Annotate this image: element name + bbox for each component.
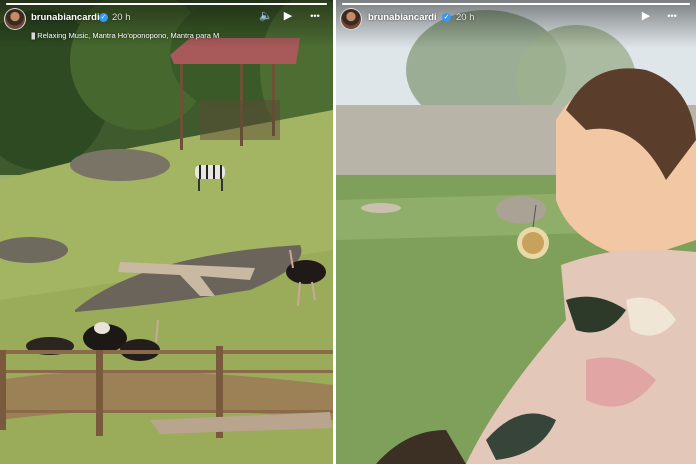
avatar[interactable] <box>4 8 26 30</box>
music-bars-icon: ||| <box>31 31 35 40</box>
avatar[interactable] <box>340 8 362 30</box>
post-time: 20 h <box>456 12 475 23</box>
verified-badge-icon: ✓ <box>99 13 108 22</box>
music-sticker[interactable]: ||| Relaxing Music, Mantra Ho'oponopono, … <box>31 31 219 40</box>
verified-badge-icon: ✓ <box>442 13 451 22</box>
story-progress-bar <box>6 3 327 5</box>
music-title: Relaxing Music, Mantra Ho'oponopono, Man… <box>37 31 220 40</box>
more-dots-icon[interactable]: ••• <box>306 9 324 23</box>
play-icon[interactable]: ▶ <box>638 9 654 23</box>
username[interactable]: brunabiancardi <box>31 12 100 23</box>
story-progress-bar <box>342 3 690 5</box>
speaker-icon[interactable]: 🔈 <box>258 9 274 23</box>
play-icon[interactable]: ▶ <box>280 9 296 23</box>
zoo-enclosure-photo <box>0 0 333 464</box>
story-panel-right[interactable]: brunabiancardi ✓ 20 h ▶ ••• <box>336 0 696 464</box>
story-panel-left[interactable]: brunabiancardi ✓ 20 h 🔈 ▶ ••• ||| Relaxin… <box>0 0 333 464</box>
username[interactable]: brunabiancardi <box>368 12 437 23</box>
more-dots-icon[interactable]: ••• <box>662 9 682 23</box>
post-time: 20 h <box>112 12 131 23</box>
story-progress-fill <box>6 3 327 5</box>
story-header: brunabiancardi ✓ 20 h ▶ ••• <box>336 0 696 48</box>
story-header: brunabiancardi ✓ 20 h 🔈 ▶ ••• ||| Relaxin… <box>0 0 333 48</box>
zoo-window-photo <box>336 0 696 464</box>
story-progress-fill <box>342 3 690 5</box>
